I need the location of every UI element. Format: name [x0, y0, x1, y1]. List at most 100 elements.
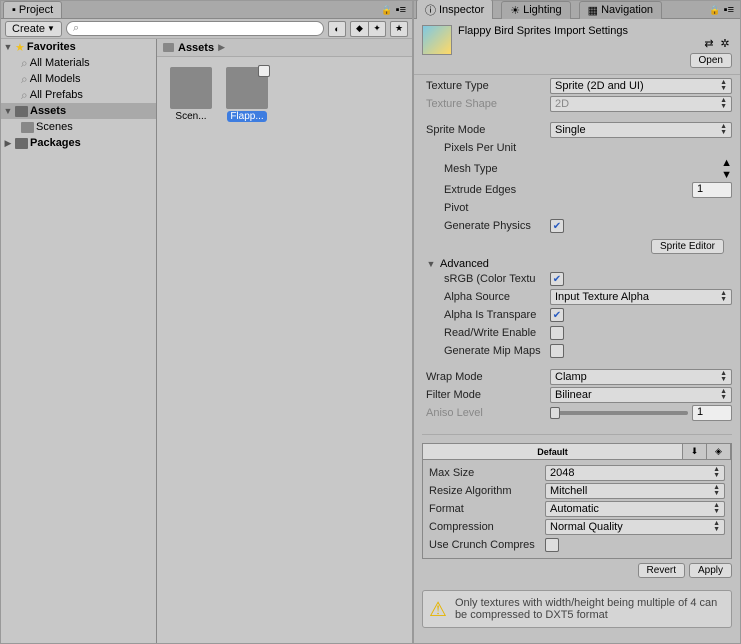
wrap-dropdown[interactable]: Clamp▲▼	[550, 369, 732, 385]
favorites-root[interactable]: ▼ ★ Favorites	[1, 39, 156, 55]
asset-label: Flapp...	[227, 111, 266, 122]
texture-shape-dropdown: 2D▲▼	[550, 96, 732, 112]
inspector-panel: ⓘ Inspector ☀ Lighting ▦ Navigation ▪≡ F…	[413, 0, 741, 644]
tab-label: Inspector	[439, 4, 484, 16]
tab-label: Lighting	[523, 4, 562, 16]
revert-button[interactable]: Revert	[638, 563, 685, 578]
preset-icon[interactable]: ⇄	[702, 37, 716, 51]
favorites-label: Favorites	[27, 41, 76, 53]
texture-type-dropdown[interactable]: Sprite (2D and UI)▲▼	[550, 78, 732, 94]
panel-menu-icon[interactable]: ▪≡	[703, 4, 740, 16]
format-dropdown[interactable]: Automatic▲▼	[545, 501, 725, 517]
filter-type-icon[interactable]: ◆	[350, 21, 368, 37]
folder-icon	[21, 122, 34, 133]
crunch-checkbox[interactable]	[545, 538, 559, 552]
info-icon: ⓘ	[425, 2, 436, 18]
scene-label: Scenes	[36, 121, 73, 133]
asset-scenes[interactable]: Scen...	[167, 67, 215, 122]
advanced-foldout[interactable]: ▼ Advanced	[426, 258, 732, 270]
aniso-value: 1	[692, 405, 732, 421]
fav-label: All Prefabs	[30, 89, 83, 101]
tab-inspector[interactable]: ⓘ Inspector	[416, 0, 493, 20]
search-icon: ⌕	[21, 56, 28, 71]
asset-flappy-sprites[interactable]: Flapp...	[223, 67, 271, 122]
alpha-trans-checkbox[interactable]: ✔	[550, 308, 564, 322]
assets-root[interactable]: ▼ Assets	[1, 103, 156, 119]
folder-thumb	[170, 67, 212, 109]
ppu-label: Pixels Per Unit	[444, 142, 546, 154]
warning-text: Only textures with width/height being mu…	[455, 597, 725, 621]
alpha-source-label: Alpha Source	[444, 291, 546, 303]
crunch-label: Use Crunch Compres	[429, 539, 541, 551]
folder-icon: ▪	[12, 4, 16, 16]
filter-label-icon[interactable]: ✦	[368, 21, 386, 37]
platform-tab-android[interactable]: ◈	[707, 444, 731, 459]
sprite-mode-dropdown[interactable]: Single▲▼	[550, 122, 732, 138]
filter-dropdown[interactable]: Bilinear▲▼	[550, 387, 732, 403]
fav-item-models[interactable]: ⌕ All Models	[1, 71, 156, 87]
fav-item-prefabs[interactable]: ⌕ All Prefabs	[1, 87, 156, 103]
filter-icon[interactable]: ◐	[328, 21, 346, 37]
inspector-header: Flappy Bird Sprites Import Settings ⇄ ✲ …	[414, 19, 740, 75]
apply-button[interactable]: Apply	[689, 563, 732, 578]
fav-label: All Materials	[30, 57, 90, 69]
expand-icon: ▼	[3, 42, 13, 52]
expand-icon: ▼	[3, 106, 13, 116]
breadcrumb[interactable]: Assets ▶	[157, 39, 412, 57]
fav-label: All Models	[30, 73, 81, 85]
sprite-editor-button[interactable]: Sprite Editor	[651, 239, 724, 254]
search-icon: ⌕	[21, 72, 28, 87]
breadcrumb-label: Assets	[178, 42, 214, 54]
mipmap-checkbox[interactable]	[550, 344, 564, 358]
project-tree: ▼ ★ Favorites ⌕ All Materials ⌕ All Mode…	[1, 39, 157, 643]
gear-icon[interactable]: ✲	[718, 37, 732, 51]
asset-grid[interactable]: Scen... Flapp...	[157, 57, 412, 643]
sprite-mode-label: Sprite Mode	[426, 124, 546, 136]
tab-lighting[interactable]: ☀ Lighting	[501, 1, 570, 19]
tab-label: Project	[19, 4, 53, 16]
search-icon: ⌕	[73, 22, 79, 35]
search-input[interactable]: ⌕	[66, 21, 324, 36]
genphys-checkbox[interactable]: ✔	[550, 219, 564, 233]
page-title: Flappy Bird Sprites Import Settings	[458, 25, 732, 37]
save-filter-icon[interactable]: ★	[390, 21, 408, 37]
expand-icon: ▶	[3, 138, 13, 149]
asset-preview-icon	[422, 25, 452, 55]
platform-body: Max Size 2048▲▼ Resize Algorithm Mitchel…	[422, 460, 732, 559]
project-tabbar: ▪ Project ▪≡	[1, 1, 412, 19]
rw-checkbox[interactable]	[550, 326, 564, 340]
extrude-field[interactable]: 1	[692, 182, 732, 198]
packages-root[interactable]: ▶ Packages	[1, 135, 156, 151]
tab-project[interactable]: ▪ Project	[3, 1, 62, 18]
wrap-label: Wrap Mode	[426, 371, 546, 383]
create-button[interactable]: Create ▼	[5, 21, 62, 37]
extrude-label: Extrude Edges	[444, 184, 546, 196]
warning-banner: ⚠ Only textures with width/height being …	[422, 590, 732, 628]
resize-dropdown[interactable]: Mitchell▲▼	[545, 483, 725, 499]
assets-label: Assets	[30, 105, 66, 117]
open-button[interactable]: Open	[690, 53, 732, 68]
advanced-label: Advanced	[440, 258, 489, 270]
assets-item-scenes[interactable]: Scenes	[1, 119, 156, 135]
compression-dropdown[interactable]: Normal Quality▲▼	[545, 519, 725, 535]
panel-menu-icon[interactable]: ▪≡	[375, 4, 412, 16]
project-content: Assets ▶ Scen... Flapp...	[157, 39, 412, 643]
alpha-source-dropdown[interactable]: Input Texture Alpha▲▼	[550, 289, 732, 305]
asset-label: Scen...	[172, 111, 209, 122]
search-icon: ⌕	[21, 88, 28, 103]
tab-navigation[interactable]: ▦ Navigation	[579, 1, 662, 19]
tab-label: Navigation	[601, 4, 653, 16]
star-icon: ★	[15, 41, 25, 54]
pivot-label: Pivot	[444, 202, 546, 214]
maxsize-dropdown[interactable]: 2048▲▼	[545, 465, 725, 481]
aniso-slider: 1	[550, 405, 732, 421]
chevron-right-icon: ▶	[218, 42, 225, 53]
mipmap-label: Generate Mip Maps	[444, 345, 546, 357]
folder-icon	[15, 106, 28, 117]
fav-item-materials[interactable]: ⌕ All Materials	[1, 55, 156, 71]
srgb-checkbox[interactable]: ✔	[550, 272, 564, 286]
platform-tab-default[interactable]: Default	[423, 444, 683, 459]
rw-label: Read/Write Enable	[444, 327, 546, 339]
platform-tab-standalone[interactable]: ⬇	[683, 444, 707, 459]
folder-icon	[163, 43, 174, 52]
